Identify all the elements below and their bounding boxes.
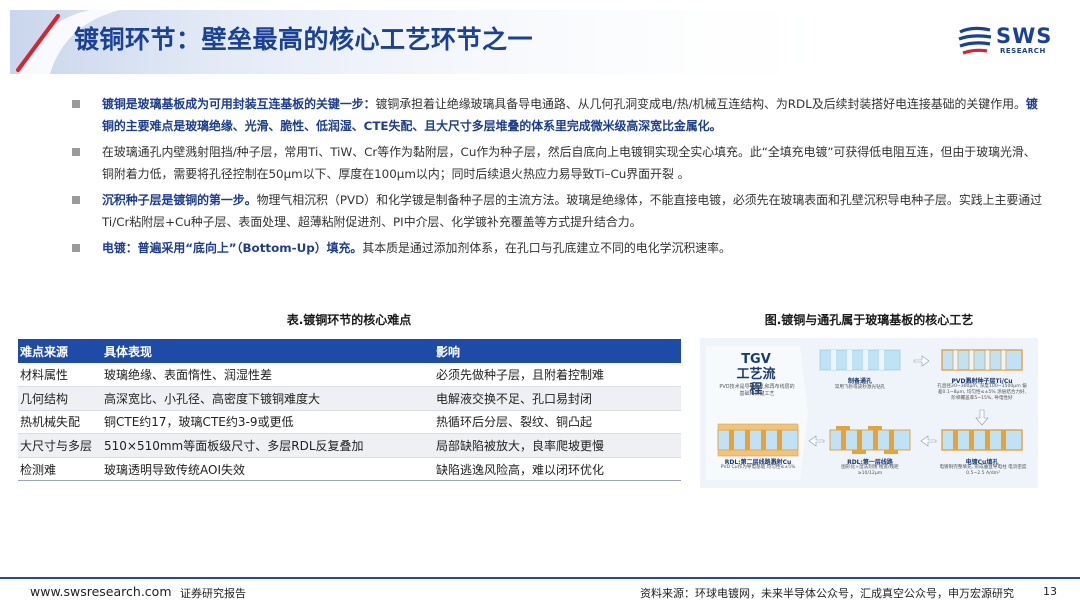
table-cell: 铜CTE约17，玻璃CTE约3-9或更低 <box>102 410 434 435</box>
bullet-text: 其本质是通过添加剂体系，在孔口与孔底建立不同的电化学沉积速率。 <box>362 241 731 255</box>
table-row: 几何结构 高深宽比、小孔径、高密度下镀铜难度大 电解液交换不足、孔口易封闭 <box>18 386 681 411</box>
globe-logo-icon <box>958 26 992 55</box>
table-row: 大尺寸与多层 510×510mm等面板级尺寸、多层RDL反复叠加 局部缺陷被放大… <box>18 433 681 458</box>
step-note: 常用飞秒或皮秒激光钻孔 <box>834 385 886 390</box>
table-cell: 检测难 <box>18 457 102 482</box>
square-bullet-icon <box>72 100 80 108</box>
table-cell: 热机械失配 <box>18 410 102 435</box>
bullet-item: 沉积种子层是镀铜的第一步。物理气相沉积（PVD）和化学镀是制备种子层的主流方法。… <box>72 189 1044 233</box>
step-note: 电镀铜完整填充, 形成垂直导电柱 电流密度0.5~2.5 A/dm² <box>939 465 1027 476</box>
table-cell: 必须先做种子层，且附着控制难 <box>434 363 681 388</box>
step-note: 图形化+湿法刻蚀 线宽/线距≥10/12μm <box>841 465 899 476</box>
rdl-first-layer-icon <box>829 426 911 454</box>
bullet-item: 在玻璃通孔内壁溅射阻挡/种子层，常用Ti、TiW、Cr等作为黏附层，Cu作为种子… <box>72 141 1044 185</box>
table-cell: 热循环后分层、裂纹、铜凸起 <box>434 410 681 435</box>
seed-layer-glass-icon <box>941 349 1023 371</box>
difficulty-table: 难点来源 具体表现 影响 材料属性 玻璃绝缘、表面惰性、润湿性差 必须先做种子层… <box>18 339 681 482</box>
bullet-bold: 电镀：普遍采用“底向上”（Bottom-Up）填充。 <box>102 241 363 255</box>
copper-filled-glass-icon <box>941 429 1023 451</box>
square-bullet-icon <box>72 196 80 204</box>
table-cell: 510×510mm等面板级尺寸、多层RDL反复叠加 <box>102 433 434 458</box>
table-header-row: 难点来源 具体表现 影响 <box>18 339 681 363</box>
figure-title: 图.镀铜与通孔属于玻璃基板的核心工艺 <box>764 313 974 327</box>
table-cell: 几何结构 <box>18 386 102 411</box>
logo-subtext: RESEARCH <box>1000 47 1046 55</box>
bullet-text: 镀铜承担着让绝缘玻璃具备导电通路、从几何孔洞变成电/热/机械互连结构、为RDL及… <box>375 97 1026 111</box>
sws-logo: SWS RESEARCH <box>958 24 1058 58</box>
bullet-text: 在玻璃通孔内壁溅射阻挡/种子层，常用Ti、TiW、Cr等作为黏附层，Cu作为种子… <box>102 145 1036 181</box>
bullet-list: 镀铜是玻璃基板成为可用封装互连基板的关键一步：镀铜承担着让绝缘玻璃具备导电通路、… <box>72 93 1044 263</box>
footer-divider <box>0 577 1080 579</box>
column-header: 难点来源 <box>18 339 102 363</box>
logo-text: SWS <box>996 24 1053 48</box>
bullet-item: 镀铜是玻璃基板成为可用封装互连基板的关键一步：镀铜承担着让绝缘玻璃具备导电通路、… <box>72 93 1044 137</box>
table-row: 检测难 玻璃透明导致传统AOI失效 缺陷逃逸风险高，难以闭环优化 <box>18 457 681 482</box>
rdl-second-layer-icon <box>717 423 799 457</box>
tgv-process-figure: TGV 工艺流程 PVD技术是导电通孔和再布线层的基础和关键工艺 制备通孔 常用… <box>700 338 1038 488</box>
table-cell: 电解液交换不足、孔口易封闭 <box>434 386 681 411</box>
bullet-bold: 镀铜是玻璃基板成为可用封装互连基板的关键一步： <box>102 97 376 111</box>
slide-header: 镀铜环节：壁垒最高的核心工艺环节之一 SWS RESEARCH <box>0 0 1080 84</box>
bullet-bold: 沉积种子层是镀铜的第一步。 <box>102 193 257 207</box>
bullet-item: 电镀：普遍采用“底向上”（Bottom-Up）填充。其本质是通过添加剂体系，在孔… <box>72 237 1044 259</box>
table-row: 材料属性 玻璃绝缘、表面惰性、润湿性差 必须先做种子层，且附着控制难 <box>18 363 681 388</box>
footer-source: 资料来源：环球电镀网，未来半导体公众号，汇成真空公众号，申万宏源研究 <box>640 587 1014 600</box>
step-label: 制备通孔 <box>847 378 872 385</box>
square-bullet-icon <box>72 148 80 156</box>
table-cell: 高深宽比、小孔径、高密度下镀铜难度大 <box>102 386 434 411</box>
glass-with-vias-icon <box>819 349 901 371</box>
table-title: 表.镀铜环节的核心难点 <box>286 313 412 327</box>
step-note: 孔直径20~300μm, 深度100~1500μm 偏差0.1~8μm, 均匀性… <box>937 384 1027 401</box>
table-cell: 材料属性 <box>18 363 102 388</box>
footer-report-label: 证券研究报告 <box>180 587 246 600</box>
table-cell: 局部缺陷被放大，良率爬坡更慢 <box>434 433 681 458</box>
column-header: 影响 <box>434 339 681 363</box>
step-note: PVD Cu作为导电基础 均匀性≤±5% <box>720 465 796 470</box>
table-cell: 玻璃透明导致传统AOI失效 <box>102 457 434 482</box>
column-header: 具体表现 <box>102 339 434 363</box>
square-bullet-icon <box>72 244 80 252</box>
page-title: 镀铜环节：壁垒最高的核心工艺环节之一 <box>74 25 534 54</box>
page-number: 13 <box>1043 585 1057 598</box>
table-cell: 大尺寸与多层 <box>18 433 102 458</box>
table-row: 热机械失配 铜CTE约17，玻璃CTE约3-9或更低 热循环后分层、裂纹、铜凸起 <box>18 410 681 435</box>
footer-website-link[interactable]: www.swsresearch.com <box>30 584 172 599</box>
table-cell: 缺陷逃逸风险高，难以闭环优化 <box>434 457 681 482</box>
tgv-description: PVD技术是导电通孔和再布线层的基础和关键工艺 <box>719 384 795 397</box>
table-cell: 玻璃绝缘、表面惰性、润湿性差 <box>102 363 434 388</box>
